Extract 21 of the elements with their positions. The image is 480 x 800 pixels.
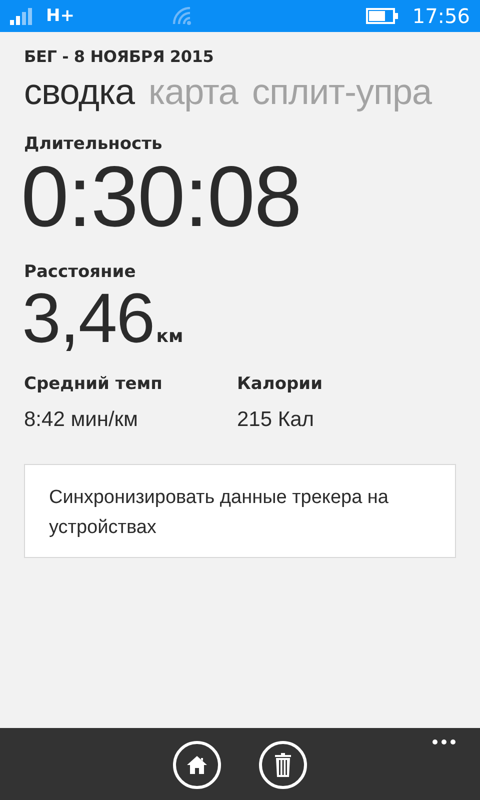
home-icon bbox=[186, 755, 208, 775]
wifi-icon bbox=[172, 7, 192, 25]
distance-value: 3,46 bbox=[22, 282, 154, 354]
stat-value: 215 Кал bbox=[237, 408, 314, 431]
duration-value: 0:30:08 bbox=[21, 154, 301, 240]
delete-button[interactable] bbox=[259, 741, 307, 789]
more-icon[interactable] bbox=[432, 739, 456, 745]
distance-label: Расстояние bbox=[24, 262, 136, 282]
duration-label: Длительность bbox=[24, 134, 162, 154]
stat-value: 8:42 мин/км bbox=[24, 408, 138, 431]
trash-icon bbox=[274, 753, 292, 777]
pivot-tab[interactable]: сводка bbox=[24, 70, 135, 114]
sync-button[interactable]: Синхронизировать данные трекера на устройствах bbox=[24, 464, 456, 558]
distance-unit: км bbox=[156, 326, 184, 347]
stat-label: Калории bbox=[237, 374, 322, 394]
network-type: H+ bbox=[46, 6, 74, 26]
stat-label: Средний темп bbox=[24, 374, 162, 394]
activity-title: БЕГ - 8 НОЯБРЯ 2015 bbox=[24, 47, 214, 66]
home-button[interactable] bbox=[173, 741, 221, 789]
clock-time: 17:56 bbox=[412, 4, 470, 28]
battery-icon bbox=[366, 8, 398, 24]
